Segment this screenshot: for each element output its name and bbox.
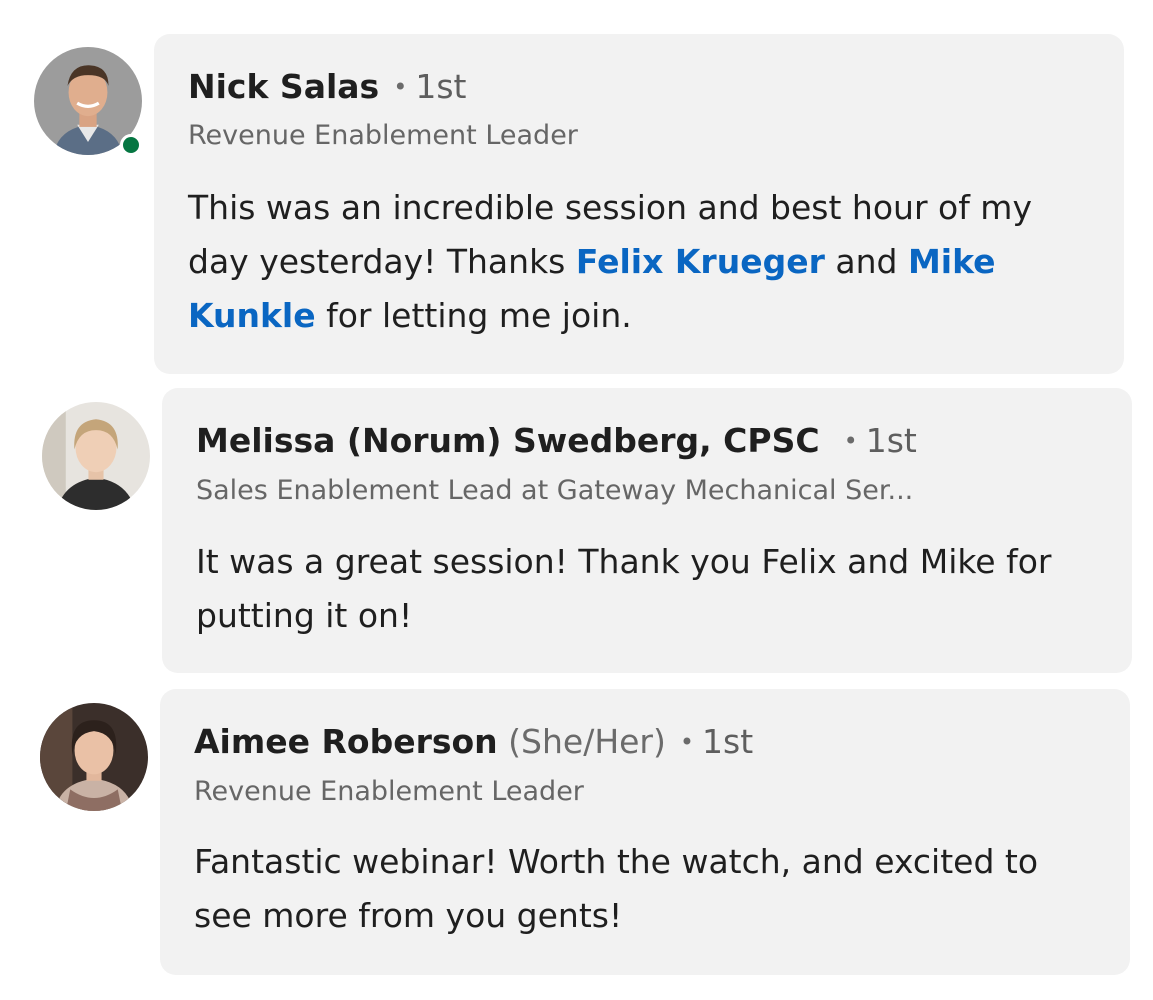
separator-dot: • <box>393 73 408 101</box>
author-headline: Sales Enablement Lead at Gateway Mechani… <box>196 475 914 506</box>
author-name[interactable]: Melissa (Norum) Swedberg, CPSC <box>196 421 820 460</box>
connection-degree: 1st <box>702 722 754 761</box>
comment-text: This was an incredible session and best … <box>188 188 1032 335</box>
separator-dot: • <box>843 427 858 455</box>
comment-author-line: Aimee Roberson (She/Her) • 1st <box>194 722 753 762</box>
comment-author-line: Nick Salas • 1st <box>188 67 466 107</box>
author-name[interactable]: Aimee Roberson <box>194 722 498 761</box>
author-headline: Revenue Enablement Leader <box>194 776 584 807</box>
mention-link[interactable]: Felix Krueger <box>576 242 825 281</box>
connection-degree: 1st <box>415 67 467 106</box>
online-status-icon <box>120 134 142 156</box>
author-headline: Revenue Enablement Leader <box>188 120 578 151</box>
comment-author-line: Melissa (Norum) Swedberg, CPSC • 1st <box>196 421 917 461</box>
separator-dot: • <box>679 728 695 756</box>
author-pronouns: (She/Her) <box>508 722 666 761</box>
comment-text: Fantastic webinar! Worth the watch, and … <box>194 842 1039 935</box>
connection-degree: 1st <box>865 421 917 460</box>
author-name[interactable]: Nick Salas <box>188 67 379 106</box>
comment-text: It was a great session! Thank you Felix … <box>196 542 1052 635</box>
avatar[interactable] <box>40 703 148 811</box>
avatar[interactable] <box>42 402 150 510</box>
